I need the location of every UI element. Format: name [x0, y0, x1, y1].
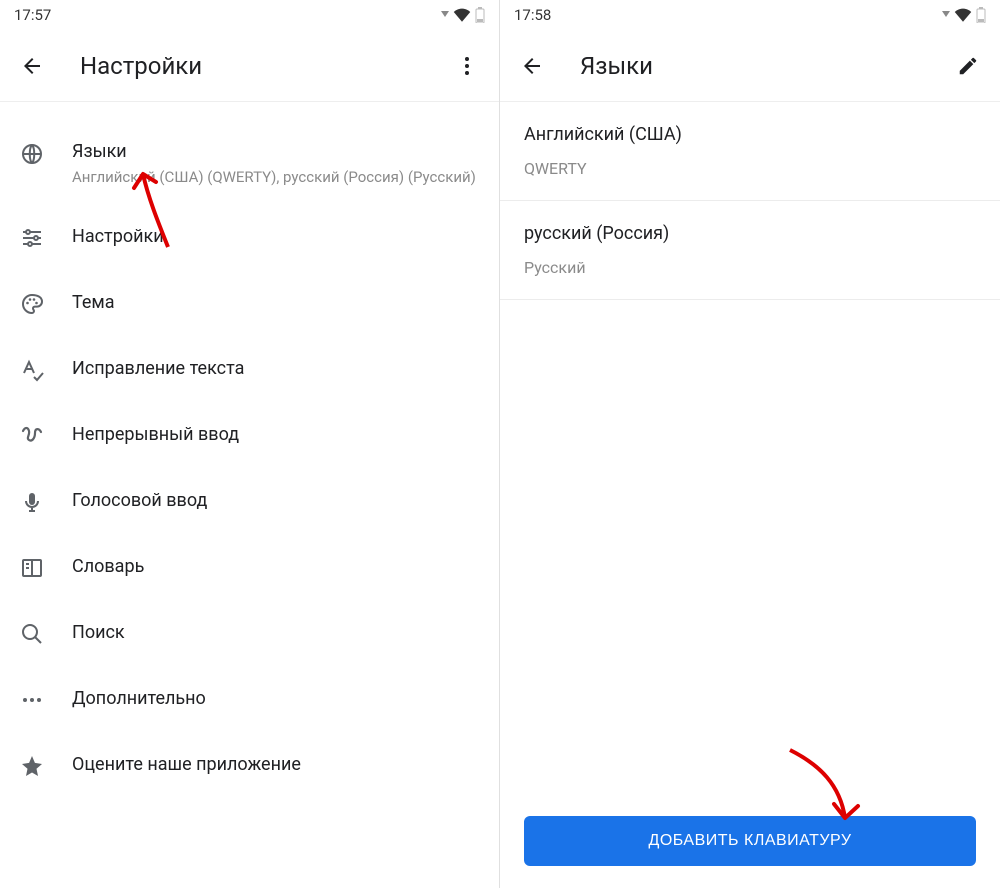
search-icon: [20, 622, 44, 646]
signal-dropdown-icon: [441, 11, 449, 19]
pencil-icon: [957, 55, 979, 77]
star-icon: [20, 754, 44, 778]
row-search[interactable]: Поиск: [0, 600, 499, 666]
more-horiz-icon: [20, 688, 44, 712]
settings-screen: 17:57 Настройки Языки Английский (США) (…: [0, 0, 500, 888]
add-keyboard-label: ДОБАВИТЬ КЛАВИАТУРУ: [649, 832, 852, 850]
wifi-icon: [453, 8, 471, 22]
language-layout: Русский: [524, 258, 976, 277]
row-title: Непрерывный ввод: [72, 423, 479, 446]
row-gesture-typing[interactable]: Непрерывный ввод: [0, 402, 499, 468]
status-icons: [441, 7, 485, 23]
row-subtitle: Английский (США) (QWERTY), русский (Росс…: [72, 167, 479, 187]
page-title: Языки: [580, 52, 948, 80]
row-languages[interactable]: Языки Английский (США) (QWERTY), русский…: [0, 124, 499, 204]
row-voice-typing[interactable]: Голосовой ввод: [0, 468, 499, 534]
arrow-back-icon: [20, 54, 44, 78]
language-list: Английский (США) QWERTY русский (Россия)…: [500, 102, 1000, 300]
back-button[interactable]: [12, 46, 52, 86]
app-bar: Языки: [500, 30, 1000, 102]
palette-icon: [20, 292, 44, 316]
row-advanced[interactable]: Дополнительно: [0, 666, 499, 732]
signal-dropdown-icon: [942, 11, 950, 19]
status-bar: 17:58: [500, 0, 1000, 30]
row-title: Голосовой ввод: [72, 489, 479, 512]
row-title: Исправление текста: [72, 357, 479, 380]
row-preferences[interactable]: Настройки: [0, 204, 499, 270]
row-title: Настройки: [72, 225, 479, 248]
arrow-back-icon: [520, 54, 544, 78]
language-item[interactable]: Английский (США) QWERTY: [500, 102, 1000, 201]
row-dictionary[interactable]: Словарь: [0, 534, 499, 600]
battery-icon: [475, 7, 485, 23]
mic-icon: [20, 490, 44, 514]
status-time: 17:58: [514, 6, 551, 24]
language-layout: QWERTY: [524, 159, 976, 178]
gesture-icon: [20, 424, 44, 448]
back-button[interactable]: [512, 46, 552, 86]
spellcheck-icon: [20, 358, 44, 382]
language-item[interactable]: русский (Россия) Русский: [500, 201, 1000, 300]
status-time: 17:57: [14, 6, 51, 24]
add-keyboard-button[interactable]: ДОБАВИТЬ КЛАВИАТУРУ: [524, 816, 976, 866]
edit-button[interactable]: [948, 46, 988, 86]
row-title: Тема: [72, 291, 479, 314]
sliders-icon: [20, 226, 44, 250]
battery-icon: [976, 7, 986, 23]
page-title: Настройки: [80, 52, 447, 80]
wifi-icon: [954, 8, 972, 22]
row-title: Языки: [72, 140, 479, 163]
languages-screen: 17:58 Языки Английский (США) QWERTY русс…: [500, 0, 1000, 888]
overflow-button[interactable]: [447, 46, 487, 86]
status-bar: 17:57: [0, 0, 499, 30]
row-title: Поиск: [72, 621, 479, 644]
status-icons: [942, 7, 986, 23]
row-title: Оцените наше приложение: [72, 753, 479, 776]
row-rate-app[interactable]: Оцените наше приложение: [0, 732, 499, 798]
row-theme[interactable]: Тема: [0, 270, 499, 336]
app-bar: Настройки: [0, 30, 499, 102]
globe-icon: [20, 142, 44, 166]
more-vert-icon: [455, 54, 479, 78]
row-title: Дополнительно: [72, 687, 479, 710]
row-text-correction[interactable]: Исправление текста: [0, 336, 499, 402]
book-icon: [20, 556, 44, 580]
row-title: Словарь: [72, 555, 479, 578]
settings-list: Языки Английский (США) (QWERTY), русский…: [0, 102, 499, 798]
language-name: русский (Россия): [524, 223, 976, 244]
language-name: Английский (США): [524, 124, 976, 145]
